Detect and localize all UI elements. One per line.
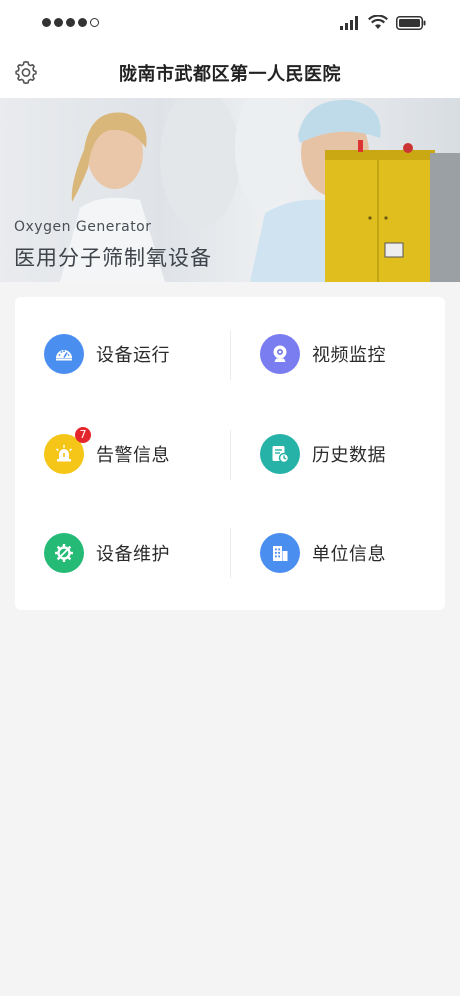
battery-icon [396,15,426,30]
banner-title: 医用分子筛制氧设备 [14,246,212,270]
camera-icon [260,334,300,374]
divider [230,330,231,380]
menu-item-history-data[interactable]: 历史数据 [260,424,386,484]
menu-item-alarm-info[interactable]: 7 告警信息 [44,424,170,484]
menu-item-label: 单位信息 [312,544,386,565]
menu-item-label: 告警信息 [96,445,170,466]
building-icon [260,533,300,573]
wifi-icon [368,15,388,29]
divider [230,528,231,578]
banner-subtitle: Oxygen Generator [14,219,152,235]
menu-item-label: 设备维护 [96,544,170,565]
app-header: 陇南市武都区第一人民医院 [0,48,460,98]
menu-card: 设备运行 视频监控 7 告警信息 历史数据 设备维护 单位信息 [15,297,445,610]
history-icon [260,434,300,474]
menu-item-label: 历史数据 [312,445,386,466]
menu-item-unit-info[interactable]: 单位信息 [260,523,386,583]
hero-banner: Oxygen Generator 医用分子筛制氧设备 [0,98,460,282]
alarm-count-badge: 7 [75,427,91,443]
status-bar [0,0,460,48]
maintenance-icon [44,533,84,573]
dashboard-icon [44,334,84,374]
menu-item-device-run[interactable]: 设备运行 [44,324,170,384]
menu-item-label: 视频监控 [312,345,386,366]
status-indicators [340,15,426,30]
menu-item-video-monitor[interactable]: 视频监控 [260,324,386,384]
divider [230,430,231,480]
menu-item-label: 设备运行 [96,345,170,366]
alarm-icon: 7 [44,427,91,474]
cellular-signal-dots [42,18,99,27]
signal-bars-icon [340,15,358,30]
menu-item-device-maintenance[interactable]: 设备维护 [44,523,170,583]
page-title: 陇南市武都区第一人民医院 [119,64,341,85]
